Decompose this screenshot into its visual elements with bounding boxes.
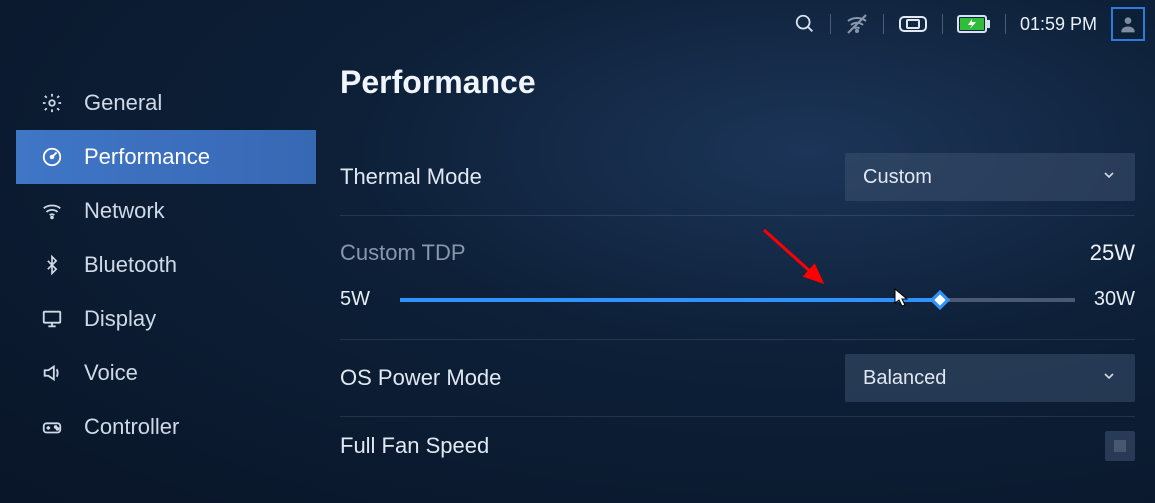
slider-max-label: 30W — [1091, 288, 1135, 311]
search-icon[interactable] — [794, 13, 816, 35]
custom-tdp-label: Custom TDP — [340, 240, 466, 266]
thermal-mode-value: Custom — [863, 166, 932, 189]
sidebar-item-label: Network — [84, 198, 165, 224]
sidebar-item-general[interactable]: General — [16, 76, 316, 130]
os-power-mode-value: Balanced — [863, 367, 946, 390]
checkbox-indicator — [1114, 440, 1126, 452]
monitor-icon — [40, 308, 64, 330]
full-fan-speed-toggle[interactable] — [1105, 431, 1135, 461]
os-power-mode-label: OS Power Mode — [340, 365, 501, 391]
sidebar-item-label: Controller — [84, 414, 179, 440]
page-title: Performance — [340, 64, 1135, 101]
sidebar-item-label: Display — [84, 306, 156, 332]
chevron-down-icon — [1101, 166, 1117, 189]
sidebar-item-voice[interactable]: Voice — [16, 346, 316, 400]
chevron-down-icon — [1101, 367, 1117, 390]
sidebar-item-label: Bluetooth — [84, 252, 177, 278]
sidebar-item-display[interactable]: Display — [16, 292, 316, 346]
sidebar-item-bluetooth[interactable]: Bluetooth — [16, 238, 316, 292]
topbar-divider — [942, 14, 943, 34]
custom-tdp-value: 25W — [1090, 240, 1135, 266]
sidebar-item-network[interactable]: Network — [16, 184, 316, 238]
row-os-power-mode: OS Power Mode Balanced — [340, 340, 1135, 416]
slider-min-label: 5W — [340, 288, 384, 311]
sidebar-item-label: General — [84, 90, 162, 116]
sidebar-item-controller[interactable]: Controller — [16, 400, 316, 454]
wifi-disabled-icon[interactable] — [845, 12, 869, 36]
row-thermal-mode: Thermal Mode Custom — [340, 139, 1135, 215]
handheld-icon — [898, 14, 928, 34]
thermal-mode-select[interactable]: Custom — [845, 153, 1135, 201]
os-power-mode-select[interactable]: Balanced — [845, 354, 1135, 402]
thermal-mode-label: Thermal Mode — [340, 164, 482, 190]
slider-thumb[interactable] — [930, 290, 950, 310]
topbar-divider — [1005, 14, 1006, 34]
custom-tdp-slider[interactable] — [400, 296, 1075, 304]
gear-icon — [40, 92, 64, 114]
full-fan-speed-label: Full Fan Speed — [340, 433, 489, 459]
speaker-icon — [40, 362, 64, 384]
row-custom-tdp: Custom TDP 25W 5W 30W — [340, 215, 1135, 339]
sidebar-item-performance[interactable]: Performance — [16, 130, 316, 184]
topbar: 01:59 PM — [794, 6, 1145, 42]
sidebar-item-label: Voice — [84, 360, 138, 386]
sidebar: General Performance Network Bluetooth Di… — [16, 76, 316, 454]
sidebar-item-label: Performance — [84, 144, 210, 170]
content: Performance Thermal Mode Custom Custom T… — [340, 64, 1135, 475]
topbar-divider — [830, 14, 831, 34]
wifi-icon — [40, 200, 64, 222]
battery-charging-icon — [957, 15, 991, 33]
avatar[interactable] — [1111, 7, 1145, 41]
row-full-fan-speed: Full Fan Speed — [340, 417, 1135, 475]
slider-fill — [400, 298, 940, 302]
gauge-icon — [40, 146, 64, 168]
gamepad-icon — [40, 416, 64, 438]
topbar-divider — [883, 14, 884, 34]
clock: 01:59 PM — [1020, 14, 1097, 35]
bluetooth-icon — [40, 254, 64, 276]
